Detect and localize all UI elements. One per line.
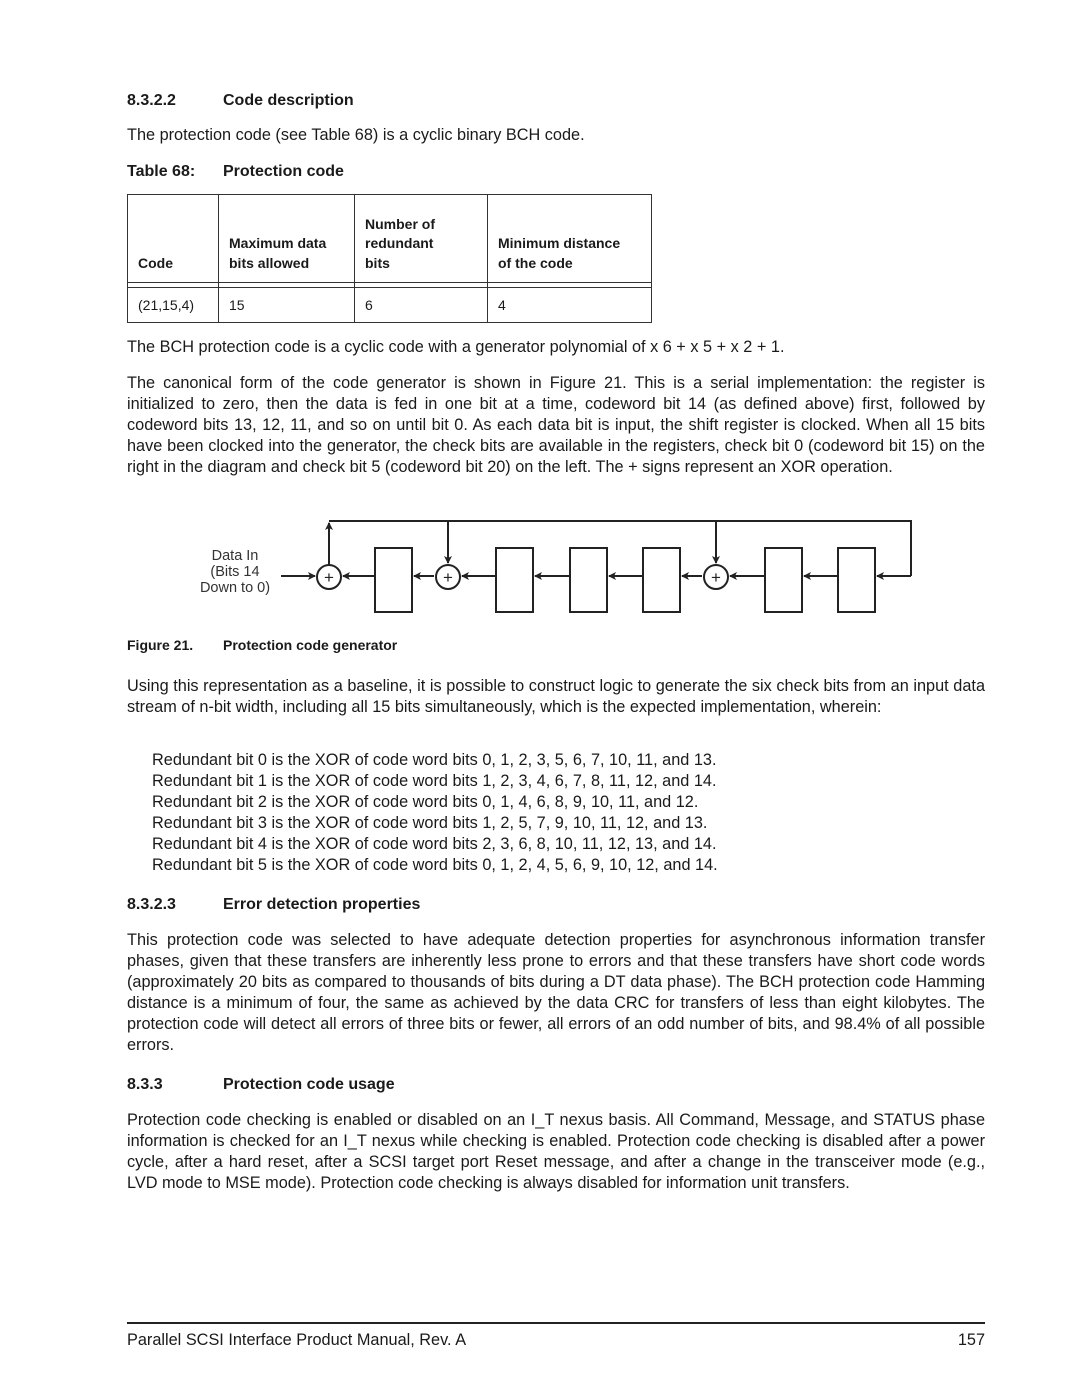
list-item: Redundant bit 2 is the XOR of code word … — [152, 793, 699, 811]
shift-register-4 — [642, 547, 681, 613]
data-in-label: Data In — [212, 548, 259, 564]
list-item: Redundant bit 5 is the XOR of code word … — [152, 856, 718, 874]
figure-caption: Figure 21. Protection code generator — [127, 637, 397, 653]
list-item: Redundant bit 4 is the XOR of code word … — [152, 835, 717, 853]
shift-register-5 — [764, 547, 803, 613]
page-number: 157 — [957, 1331, 985, 1349]
error-detection-paragraph: This protection code was selected to hav… — [127, 931, 985, 1054]
shift-register-1 — [374, 547, 413, 613]
list-item: Redundant bit 0 is the XOR of code word … — [152, 751, 717, 769]
baseline-paragraph: Using this representation as a baseline,… — [127, 677, 985, 716]
footer-rule — [127, 1322, 985, 1324]
data-in-label: Down to 0) — [200, 580, 270, 596]
shift-register-3 — [569, 547, 608, 613]
footer-title: Parallel SCSI Interface Product Manual, … — [127, 1331, 467, 1349]
section-number: 8.3.3 — [127, 1076, 163, 1093]
figure-number: Figure 21. — [127, 637, 194, 653]
xor-plus-icon: + — [711, 568, 721, 587]
shift-register-6 — [837, 547, 876, 613]
section-title: Protection code usage — [223, 1076, 395, 1093]
usage-paragraph: Protection code checking is enabled or d… — [127, 1111, 985, 1192]
xor-plus-icon: + — [443, 568, 453, 587]
protection-code-generator-diagram: + + + Data In (Bits 14 Down to 0) — [200, 520, 912, 613]
section-number: 8.3.2.3 — [127, 896, 176, 913]
data-in-label: (Bits 14 — [210, 564, 259, 580]
section-title: Error detection properties — [223, 896, 421, 913]
list-item: Redundant bit 3 is the XOR of code word … — [152, 814, 708, 832]
xor-plus-icon: + — [324, 568, 334, 587]
shift-register-2 — [495, 547, 534, 613]
redundant-bits-list: Redundant bit 0 is the XOR of code word … — [152, 750, 718, 876]
list-item: Redundant bit 1 is the XOR of code word … — [152, 772, 717, 790]
section-heading-8-3-3: 8.3.3 Protection code usage — [127, 1075, 395, 1095]
section-heading-8-3-2-3: 8.3.2.3 Error detection properties — [127, 895, 420, 915]
figure-title: Protection code generator — [223, 637, 398, 653]
